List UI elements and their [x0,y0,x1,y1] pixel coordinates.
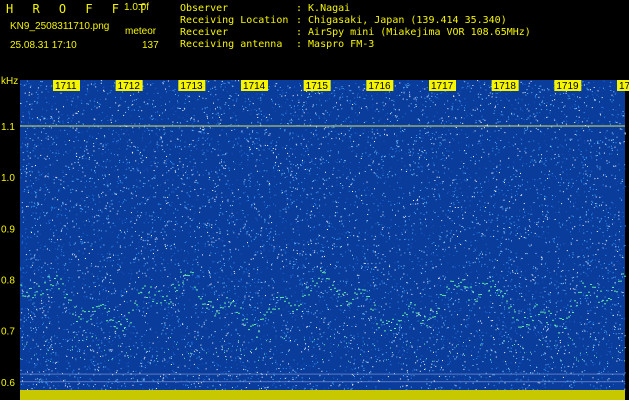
spectrogram-chart: 1711 1712 1713 1714 1715 1716 1717 1718 1719 1720… [0,76,629,400]
y-axis-label: kHz [1,76,18,87]
x-tick-label: 1715 [306,81,329,92]
x-tick-label: 1716 [368,81,391,92]
y-tick-label: 1.1 [1,122,15,133]
x-tick-label: 1717 [431,81,454,92]
timestamp-label: 25.08.31 17:10 [10,40,77,51]
y-tick-label: 0.8 [1,275,15,286]
x-tick-label: 1712 [118,81,141,92]
y-tick-label: 1.0 [1,173,15,184]
x-tick-label: 1719 [556,81,579,92]
meteor-label: meteor [125,26,157,37]
header-panel: H R O F F T 1.0.0f KN9_2508311710.png me… [0,0,629,76]
x-tick-label: 1711 [55,81,77,92]
y-tick-label: 0.7 [1,327,15,338]
x-tick-label: 1718 [494,81,517,92]
x-tick-label: 1713 [180,81,203,92]
location-value: : Chigasaki, Japan (139.414 35.340) [296,15,507,26]
filename-label: KN9_2508311710.png [10,21,110,32]
spectrogram-panel: 1711 1712 1713 1714 1715 1716 1717 1718 1719 1720… [0,76,629,400]
x-tick-label: 1714 [243,81,266,92]
antenna-value: : Maspro FM-3 [296,39,375,50]
bottom-band [20,390,625,400]
observer-value: : K.Nagai [296,3,351,14]
receiver-label: Receiver [180,27,229,38]
y-tick-label: 0.6 [1,378,15,389]
x-tick-label: 1720 [619,81,629,92]
meteor-count: 137 [142,40,159,51]
receiver-value: : AirSpy mini (Miakejima VOR 108.65MHz) [296,27,531,38]
observer-label: Observer [180,3,229,14]
plot-area [20,80,625,396]
antenna-label: Receiving antenna [180,39,283,50]
y-tick-label: 0.9 [1,224,15,235]
location-label: Receiving Location [180,15,289,26]
version-label: 1.0.0f [124,2,150,13]
